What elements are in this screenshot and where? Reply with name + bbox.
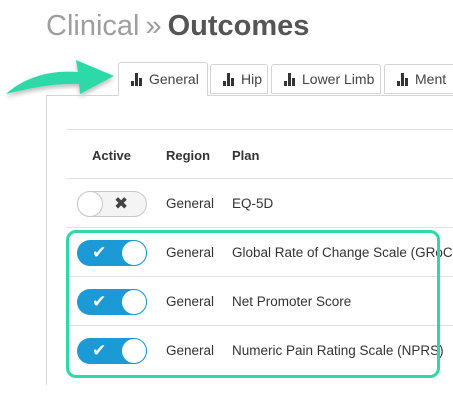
tab-general[interactable]: General [118, 62, 208, 96]
bar-chart-icon [397, 72, 409, 86]
column-header-active: Active [92, 148, 132, 163]
table-border [66, 129, 453, 130]
column-header-region: Region [166, 148, 211, 163]
breadcrumb-clinical[interactable]: Clinical [46, 10, 139, 42]
tab-label: Hip [241, 71, 263, 87]
tab-panel-left-border [46, 95, 47, 385]
row-divider [66, 178, 453, 179]
row-divider [66, 227, 453, 228]
active-toggle[interactable]: ✖ [77, 191, 147, 217]
column-header-plan: Plan [232, 148, 260, 163]
bar-chart-icon [223, 72, 235, 86]
plan-cell: EQ-5D [232, 196, 274, 211]
bar-chart-icon [131, 72, 143, 86]
tab-hip[interactable]: Hip [210, 64, 268, 94]
tab-label: General [149, 71, 199, 87]
highlight-box [66, 230, 440, 378]
bar-chart-icon [284, 72, 296, 86]
toggle-knob [77, 191, 103, 217]
page-title: Clinical» Outcomes [46, 8, 309, 44]
tab-panel-border [46, 95, 453, 96]
breadcrumb-separator: » [145, 10, 162, 42]
tab-label: Ment [415, 71, 447, 87]
cross-icon: ✖ [114, 194, 129, 213]
tab-label: Lower Limb [302, 71, 375, 87]
tab-ment[interactable]: Ment [384, 64, 453, 94]
breadcrumb-current: Outcomes [167, 10, 310, 42]
region-cell: General [166, 196, 215, 211]
region-tabs: General Hip Lower Limb Ment [118, 62, 453, 96]
annotation-arrow [6, 60, 114, 94]
tab-lower-limb[interactable]: Lower Limb [271, 64, 381, 94]
